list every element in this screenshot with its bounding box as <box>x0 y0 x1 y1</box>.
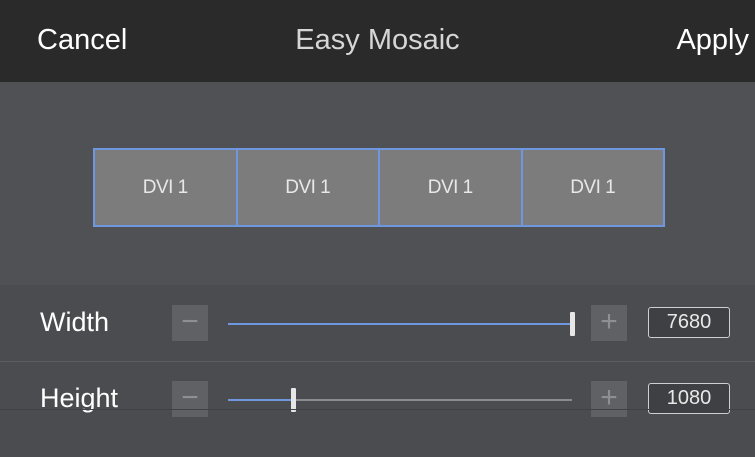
height-decrease-button[interactable]: − <box>172 381 208 417</box>
width-slider[interactable] <box>228 312 575 336</box>
height-increase-button[interactable]: + <box>591 381 627 417</box>
mosaic-tile-2[interactable]: DVI 1 <box>237 150 380 225</box>
height-row: Height − + 1080 <box>0 361 755 437</box>
header-bar: Cancel Easy Mosaic Apply <box>0 0 755 82</box>
size-controls: Width − + 7680 Height − + 1080 <box>0 285 755 457</box>
width-label: Width <box>40 307 110 337</box>
row-divider <box>0 409 755 410</box>
mosaic-layout: DVI 1 DVI 1 DVI 1 DVI 1 <box>93 148 665 227</box>
width-value-field[interactable]: 7680 <box>648 307 730 338</box>
apply-button[interactable]: Apply <box>676 24 749 57</box>
width-slider-fill <box>228 323 572 325</box>
mosaic-tile-1[interactable]: DVI 1 <box>95 150 238 225</box>
width-increase-button[interactable]: + <box>591 305 627 341</box>
height-slider[interactable] <box>228 388 572 412</box>
page-title: Easy Mosaic <box>295 24 460 56</box>
mosaic-tile-4[interactable]: DVI 1 <box>522 150 663 225</box>
width-decrease-button[interactable]: − <box>172 305 208 341</box>
height-slider-fill <box>228 399 294 401</box>
mosaic-preview-area: DVI 1 DVI 1 DVI 1 DVI 1 <box>0 82 755 285</box>
width-row: Width − + 7680 <box>0 285 755 361</box>
mosaic-tile-3[interactable]: DVI 1 <box>380 150 523 225</box>
width-slider-thumb[interactable] <box>570 312 575 336</box>
